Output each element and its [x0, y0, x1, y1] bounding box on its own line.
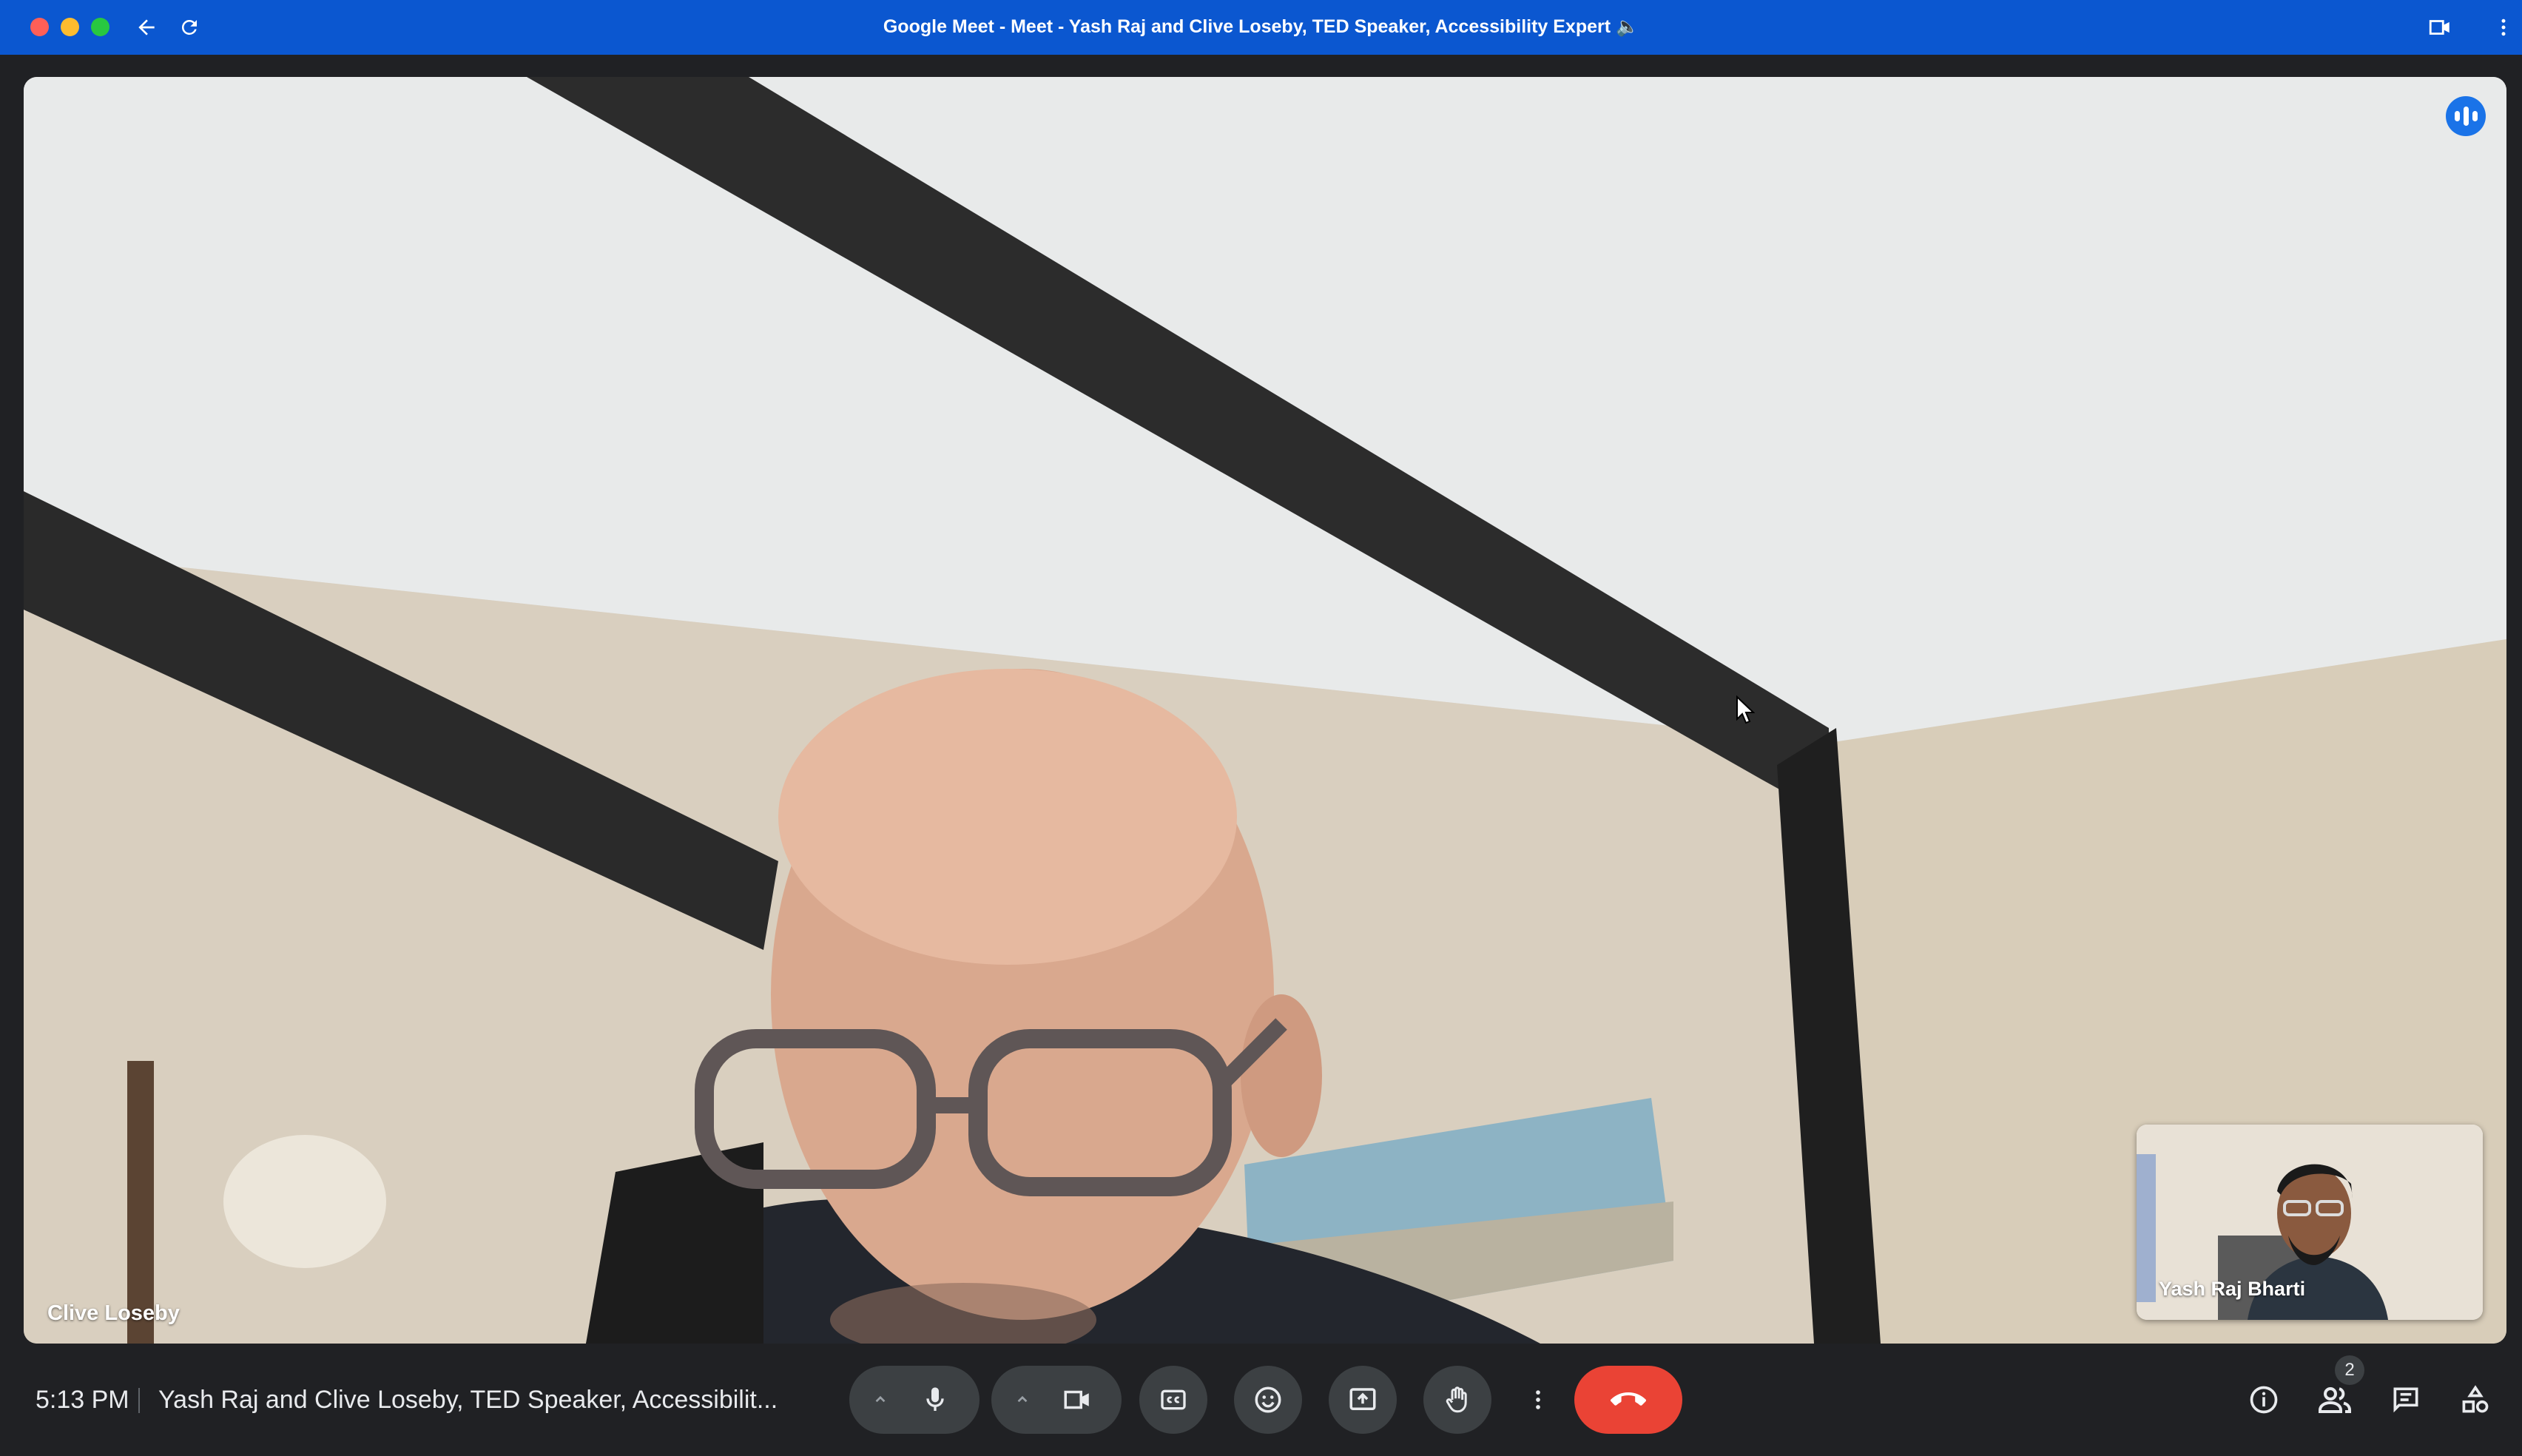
- meeting-title: Yash Raj and Clive Loseby, TED Speaker, …: [158, 1386, 778, 1414]
- more-vertical-icon[interactable]: [2489, 13, 2518, 42]
- window-title: Google Meet - Meet - Yash Raj and Clive …: [883, 16, 1639, 37]
- minimize-window-button[interactable]: [61, 18, 79, 36]
- captions-button[interactable]: [1139, 1366, 1207, 1434]
- end-call-icon: [1611, 1392, 1646, 1406]
- emoji-icon: [1255, 1386, 1281, 1413]
- more-vertical-icon: [1536, 1390, 1540, 1409]
- participant-video-frame: [24, 77, 2506, 1344]
- participant-name-label: Clive Loseby: [47, 1301, 180, 1325]
- audio-options-button[interactable]: [860, 1366, 901, 1434]
- reactions-button[interactable]: [1234, 1366, 1302, 1434]
- meeting-controls-bar: 5:13 PM Yash Raj and Clive Loseby, TED S…: [0, 1344, 2522, 1456]
- microphone-control: [849, 1366, 980, 1434]
- info-icon: [2250, 1386, 2278, 1414]
- mouse-cursor-icon: [1736, 695, 1755, 724]
- chat-button[interactable]: [2384, 1378, 2428, 1422]
- closed-captions-icon: [1161, 1389, 1186, 1410]
- leave-call-button[interactable]: [1574, 1366, 1682, 1434]
- activities-icon: [2462, 1385, 2489, 1413]
- video-camera-icon: [1064, 1390, 1089, 1409]
- self-view-tile[interactable]: Yash Raj Bharti: [2137, 1125, 2483, 1320]
- activities-button[interactable]: [2453, 1378, 2498, 1422]
- present-screen-icon: [1349, 1388, 1376, 1410]
- main-video-tile[interactable]: Clive Loseby: [24, 77, 2506, 1344]
- video-camera-icon[interactable]: [2425, 13, 2455, 42]
- more-options-button[interactable]: [1520, 1366, 1557, 1434]
- browser-titlebar: Google Meet - Meet - Yash Raj and Clive …: [0, 0, 2522, 55]
- camera-control: [991, 1366, 1122, 1434]
- speaking-indicator-icon: [2446, 96, 2486, 136]
- reload-icon[interactable]: [175, 13, 204, 42]
- zoom-window-button[interactable]: [91, 18, 109, 36]
- microphone-icon: [926, 1387, 944, 1411]
- microphone-button[interactable]: [901, 1366, 969, 1434]
- chat-icon: [2393, 1387, 2418, 1413]
- video-options-button[interactable]: [1002, 1366, 1043, 1434]
- close-window-button[interactable]: [30, 18, 49, 36]
- raise-hand-button[interactable]: [1423, 1366, 1491, 1434]
- divider: [138, 1388, 140, 1413]
- raise-hand-icon: [1446, 1386, 1467, 1413]
- people-icon: [2319, 1387, 2351, 1413]
- meeting-details-button[interactable]: [2242, 1378, 2286, 1422]
- self-name-label: Yash Raj Bharti: [2159, 1278, 2306, 1300]
- arrow-left-icon[interactable]: [132, 13, 161, 42]
- present-now-button[interactable]: [1329, 1366, 1397, 1434]
- participant-count-badge: 2: [2335, 1355, 2364, 1385]
- meeting-clock: 5:13 PM: [36, 1386, 129, 1414]
- camera-button[interactable]: [1043, 1366, 1111, 1434]
